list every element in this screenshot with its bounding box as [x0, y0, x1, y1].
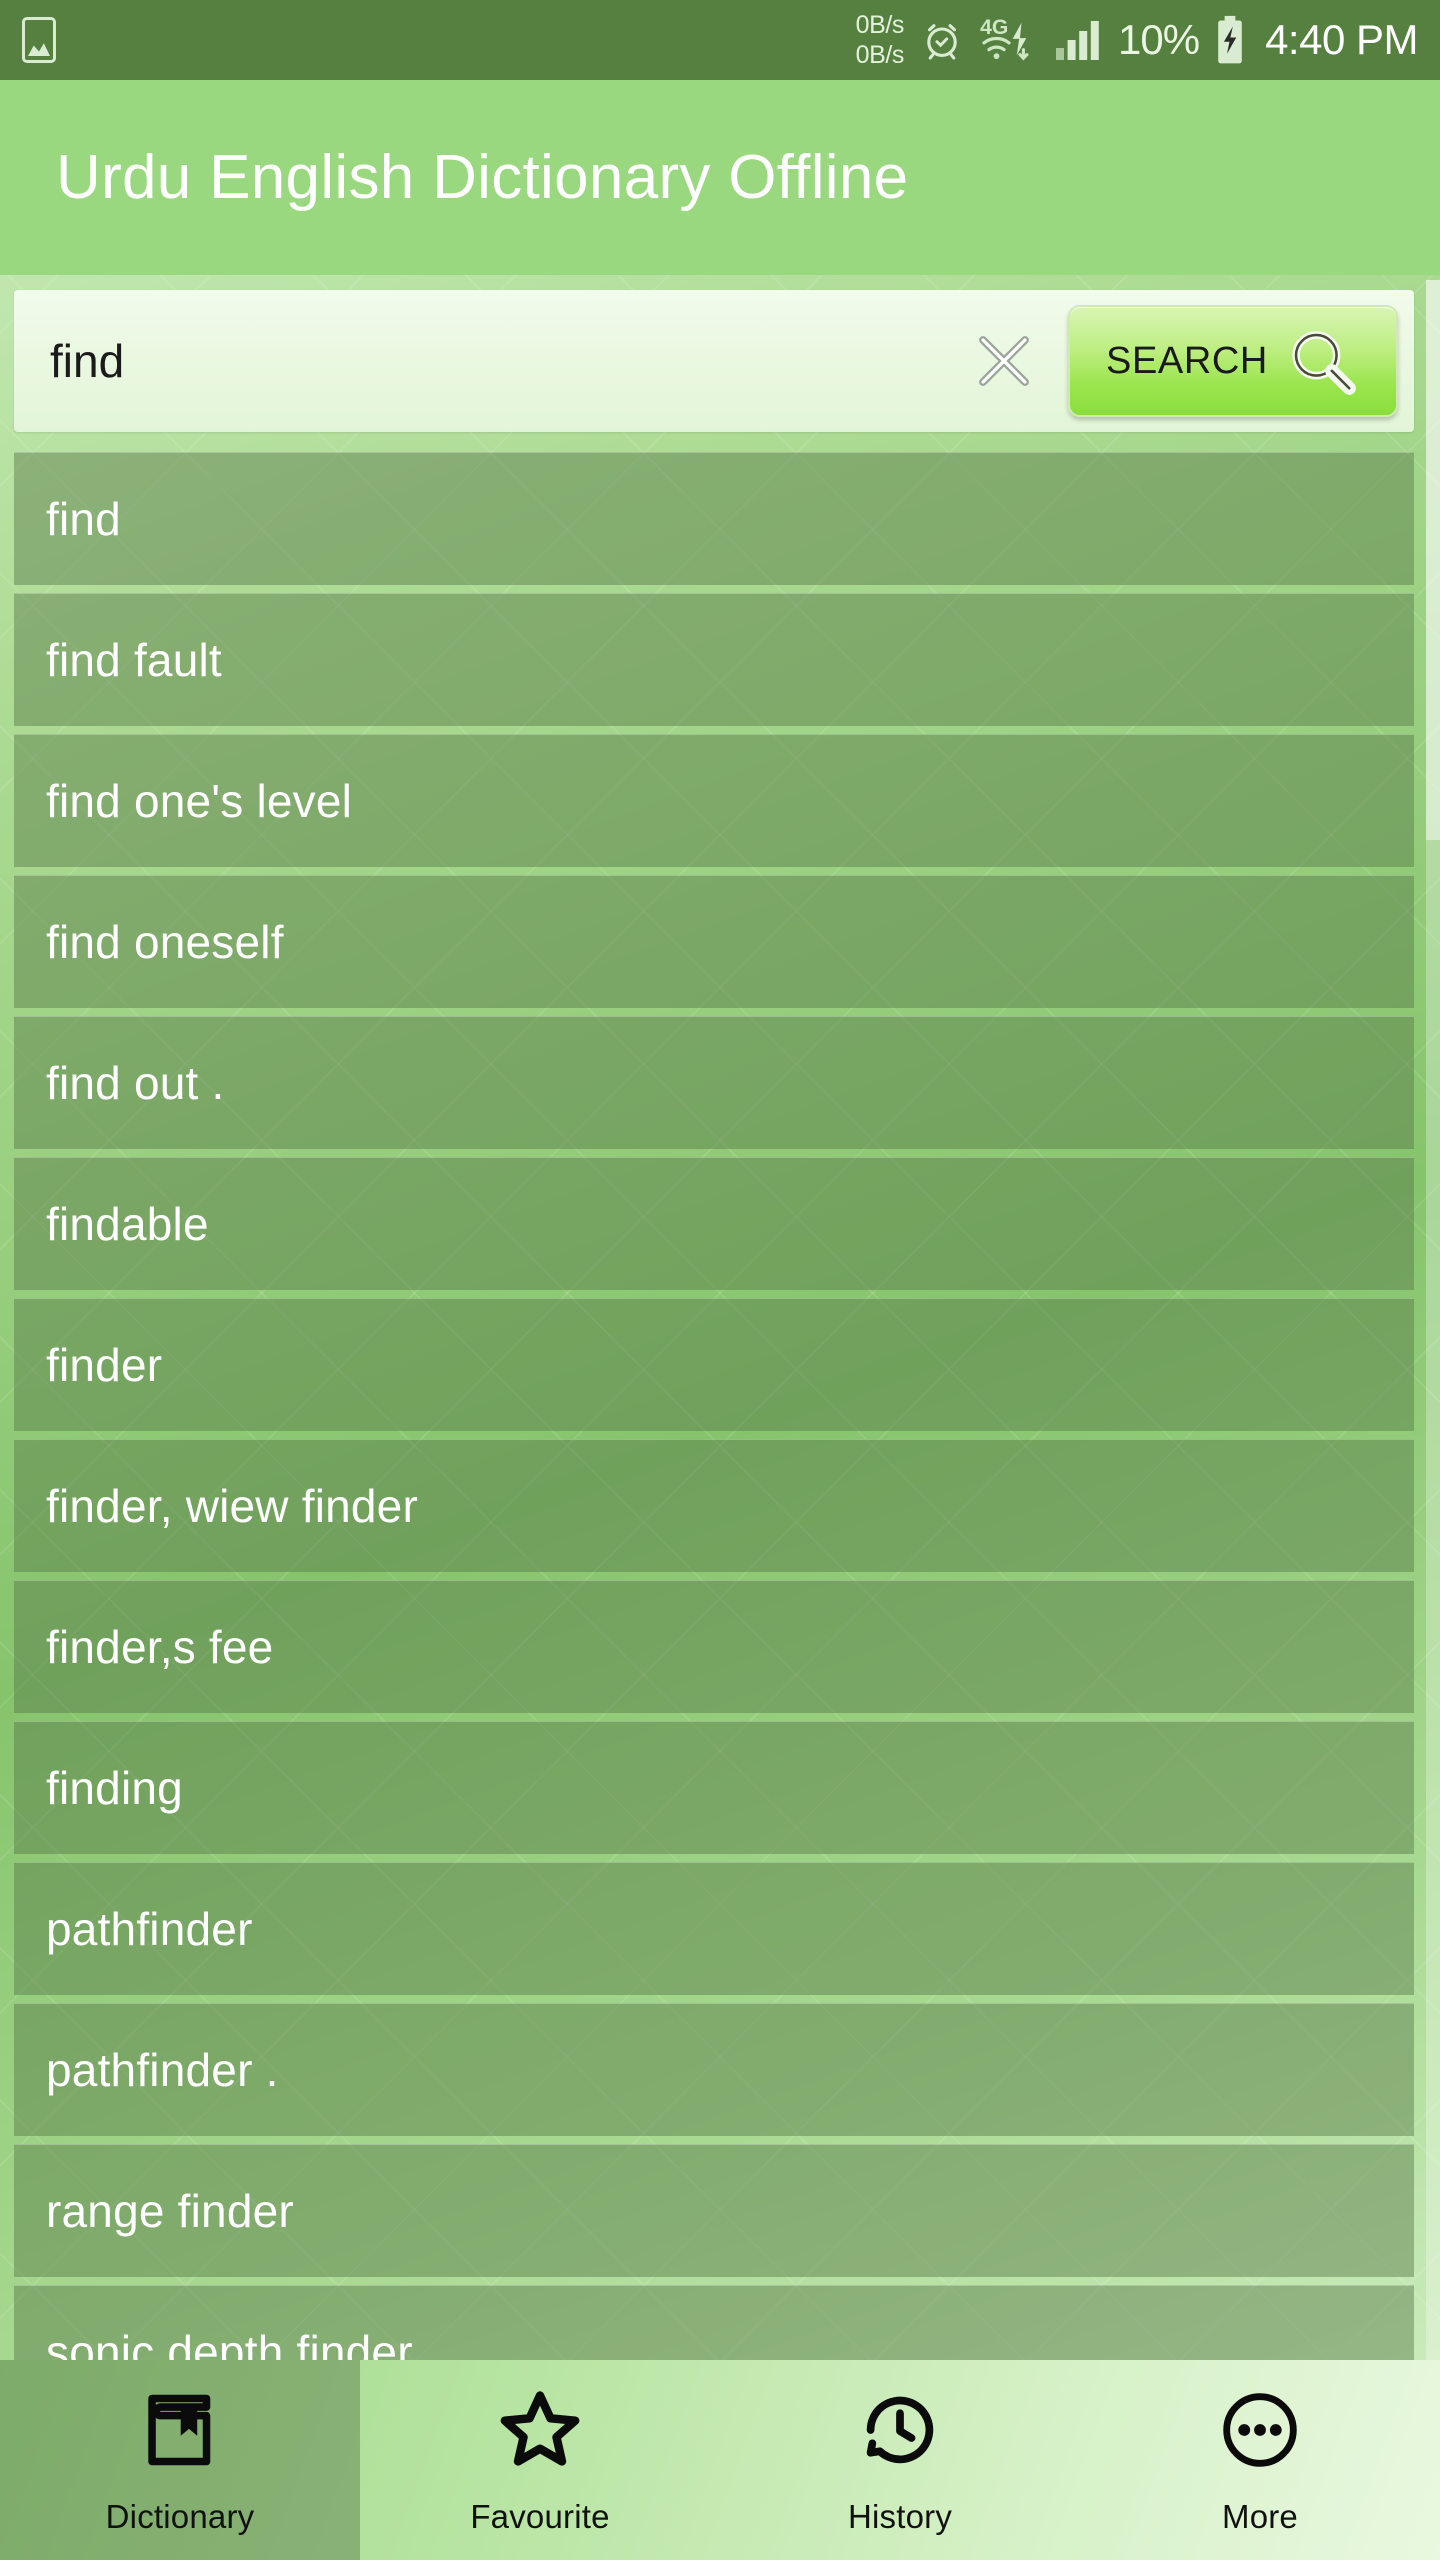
list-item-label: find — [46, 492, 121, 546]
network-speed-indicator: 0B/s 0B/s — [856, 10, 904, 70]
magnifier-icon — [1284, 323, 1360, 399]
list-item[interactable]: pathfinder . — [14, 2003, 1414, 2136]
wifi-icon: 4G — [980, 15, 1038, 65]
list-item-label: finder, wiew finder — [46, 1479, 418, 1533]
search-results-list[interactable]: find find fault find one's level find onese… — [14, 452, 1414, 2422]
list-item-label: pathfinder . — [46, 2043, 279, 2097]
status-bar-right: 0B/s 0B/s 4G 10% — [856, 10, 1418, 70]
scrollbar-thumb[interactable] — [1426, 280, 1440, 840]
list-item-label: find oneself — [46, 915, 284, 969]
nav-item-label: Favourite — [470, 2498, 609, 2536]
status-bar-left — [22, 17, 56, 63]
list-item[interactable]: pathfinder — [14, 1862, 1414, 1995]
nav-item-label: More — [1222, 2498, 1298, 2536]
list-item[interactable]: find — [14, 452, 1414, 585]
list-item[interactable]: range finder — [14, 2144, 1414, 2277]
network-upload-speed: 0B/s — [856, 10, 904, 40]
book-bookmark-icon — [137, 2384, 223, 2476]
alarm-clock-icon — [920, 18, 964, 62]
list-item-label: findable — [46, 1197, 209, 1251]
list-item-label: find out . — [46, 1056, 224, 1110]
ellipsis-circle-icon — [1217, 2384, 1303, 2476]
nav-item-label: History — [848, 2498, 952, 2536]
nav-item-history[interactable]: History — [720, 2360, 1080, 2560]
signal-bars-icon — [1054, 18, 1102, 62]
app-header: Urdu English Dictionary Offline — [0, 80, 1440, 275]
list-item-label: range finder — [46, 2184, 294, 2238]
list-item[interactable]: finding — [14, 1721, 1414, 1854]
list-item-label: finder,s fee — [46, 1620, 273, 1674]
battery-percentage: 10% — [1118, 16, 1199, 64]
list-item-label: find fault — [46, 633, 222, 687]
list-item-label: finder — [46, 1338, 162, 1392]
status-bar: 0B/s 0B/s 4G 10% — [0, 0, 1440, 80]
svg-text:4G: 4G — [980, 16, 1008, 39]
star-icon — [496, 2384, 584, 2476]
page-title: Urdu English Dictionary Offline — [56, 142, 908, 213]
scrollbar-track[interactable] — [1426, 280, 1440, 2420]
list-item[interactable]: finder,s fee — [14, 1580, 1414, 1713]
network-download-speed: 0B/s — [856, 40, 904, 70]
list-item[interactable]: find out . — [14, 1016, 1414, 1149]
image-notification-icon — [22, 17, 56, 63]
list-item[interactable]: find fault — [14, 593, 1414, 726]
list-item[interactable]: find oneself — [14, 875, 1414, 1008]
list-item-label: find one's level — [46, 774, 352, 828]
list-item-label: pathfinder — [46, 1902, 253, 1956]
list-item[interactable]: finder, wiew finder — [14, 1439, 1414, 1572]
close-icon — [968, 325, 1040, 397]
list-item-label: finding — [46, 1761, 183, 1815]
clock-history-icon — [858, 2384, 942, 2476]
search-button[interactable]: SEARCH — [1068, 305, 1398, 417]
search-bar: SEARCH — [14, 290, 1414, 432]
nav-item-label: Dictionary — [106, 2498, 255, 2536]
bottom-navigation-bar: Dictionary Favourite History More — [0, 2360, 1440, 2560]
list-item[interactable]: find one's level — [14, 734, 1414, 867]
search-input[interactable] — [50, 334, 956, 388]
status-bar-clock: 4:40 PM — [1265, 16, 1418, 64]
clear-search-button[interactable] — [956, 313, 1052, 409]
nav-item-dictionary[interactable]: Dictionary — [0, 2360, 360, 2560]
list-item[interactable]: finder — [14, 1298, 1414, 1431]
battery-charging-icon — [1215, 15, 1245, 65]
search-button-label: SEARCH — [1106, 340, 1268, 383]
list-item[interactable]: findable — [14, 1157, 1414, 1290]
nav-item-favourite[interactable]: Favourite — [360, 2360, 720, 2560]
app-root: 0B/s 0B/s 4G 10% — [0, 0, 1440, 2560]
nav-item-more[interactable]: More — [1080, 2360, 1440, 2560]
